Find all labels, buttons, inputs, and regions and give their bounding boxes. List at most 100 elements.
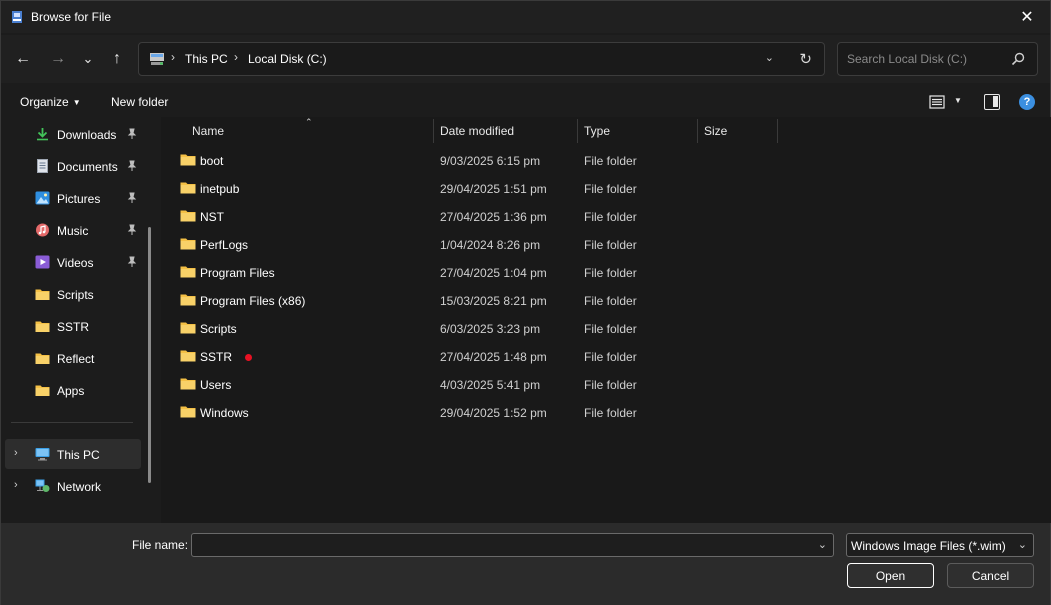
search-input[interactable]: [847, 52, 1007, 66]
table-row[interactable]: PerfLogs 1/04/2024 8:26 pm File folder: [171, 231, 771, 259]
pin-icon[interactable]: [127, 160, 137, 172]
address-dropdown-icon[interactable]: ⌄: [765, 51, 774, 64]
new-folder-button[interactable]: New folder: [111, 95, 168, 109]
view-options-icon[interactable]: [929, 95, 945, 109]
document-icon: [37, 159, 48, 173]
caret-down-icon[interactable]: ▼: [73, 98, 81, 107]
back-arrow-icon[interactable]: ←: [15, 50, 31, 68]
column-divider[interactable]: [433, 119, 434, 143]
pin-icon[interactable]: [127, 256, 137, 268]
open-button[interactable]: Open: [847, 563, 934, 588]
expand-chevron-icon[interactable]: ›: [14, 447, 18, 459]
file-date-modified: 9/03/2025 6:15 pm: [440, 154, 541, 168]
sidebar-item-label: Documents: [57, 160, 118, 174]
column-divider[interactable]: [577, 119, 578, 143]
table-row[interactable]: Program Files 27/04/2025 1:04 pm File fold…: [171, 259, 771, 287]
chevron-down-icon[interactable]: ⌄: [83, 51, 94, 67]
table-row[interactable]: NST 27/04/2025 1:36 pm File folder: [171, 203, 771, 231]
back-button[interactable]: ←: [11, 49, 35, 69]
file-name[interactable]: boot: [200, 154, 223, 168]
table-row[interactable]: Scripts 6/03/2025 3:23 pm File folder: [171, 315, 771, 343]
forward-arrow-icon[interactable]: →: [50, 50, 66, 68]
column-header-size[interactable]: Size: [704, 117, 727, 145]
file-type-select[interactable]: Windows Image Files (*.wim) ⌄: [846, 533, 1034, 557]
sidebar-divider: [11, 422, 133, 423]
column-divider[interactable]: [697, 119, 698, 143]
up-button[interactable]: ↑: [105, 49, 129, 69]
column-header-type[interactable]: Type: [584, 117, 610, 145]
chevron-down-icon[interactable]: ⌄: [818, 538, 827, 551]
expand-chevron-icon[interactable]: ›: [14, 479, 18, 491]
file-type: File folder: [584, 294, 637, 308]
sidebar-item-this-pc[interactable]: › This PC: [5, 439, 141, 469]
breadcrumb-local-disk[interactable]: Local Disk (C:): [248, 52, 327, 66]
sidebar-item-scripts[interactable]: Scripts: [5, 279, 141, 309]
pin-icon[interactable]: [127, 192, 137, 204]
close-button[interactable]: ✕: [1004, 1, 1050, 33]
folder-icon: [180, 406, 196, 418]
organize-menu[interactable]: Organize ▼: [20, 95, 81, 109]
file-name[interactable]: inetpub: [200, 182, 239, 196]
file-date-modified: 4/03/2025 5:41 pm: [440, 378, 541, 392]
preview-pane-icon[interactable]: [984, 94, 1000, 110]
sidebar-item-documents[interactable]: Documents: [5, 151, 141, 181]
column-header-name[interactable]: Name: [192, 117, 224, 145]
column-divider[interactable]: [777, 119, 778, 143]
sidebar-scrollbar[interactable]: [148, 227, 151, 483]
sidebar-item-network[interactable]: › Network: [5, 471, 141, 501]
table-row[interactable]: boot 9/03/2025 6:15 pm File folder: [171, 147, 771, 175]
file-name[interactable]: Program Files (x86): [200, 294, 305, 308]
sidebar-item-videos[interactable]: Videos: [5, 247, 141, 277]
file-name-combobox[interactable]: ⌄: [191, 533, 834, 557]
address-bar[interactable]: › This PC › Local Disk (C:) ⌄ ↻: [138, 42, 825, 76]
table-row[interactable]: Program Files (x86) 15/03/2025 8:21 pm Fil…: [171, 287, 771, 315]
close-icon[interactable]: ✕: [1020, 7, 1033, 27]
pin-icon[interactable]: [127, 224, 137, 236]
breadcrumb-separator-icon[interactable]: ›: [171, 50, 175, 64]
file-name[interactable]: Windows: [200, 406, 249, 420]
file-name[interactable]: Scripts: [200, 322, 237, 336]
breadcrumb-separator-icon[interactable]: ›: [234, 50, 238, 64]
file-name-input[interactable]: [196, 537, 806, 553]
breadcrumb-this-pc[interactable]: This PC: [185, 52, 228, 66]
forward-button[interactable]: →: [46, 49, 70, 69]
up-arrow-icon[interactable]: ↑: [113, 50, 121, 68]
folder-icon: [35, 289, 50, 300]
music-icon: [36, 223, 49, 237]
table-row[interactable]: SSTR 27/04/2025 1:48 pm File folder: [171, 343, 771, 371]
recent-locations-button[interactable]: ⌄: [76, 49, 100, 69]
search-box[interactable]: [837, 42, 1038, 76]
file-date-modified: 27/04/2025 1:48 pm: [440, 350, 547, 364]
file-name[interactable]: SSTR: [200, 350, 232, 364]
file-name[interactable]: Program Files: [200, 266, 275, 280]
title-bar: Browse for File ✕: [1, 1, 1050, 33]
sidebar-item-sstr[interactable]: SSTR: [5, 311, 141, 341]
sidebar-item-pictures[interactable]: Pictures: [5, 183, 141, 213]
table-row[interactable]: inetpub 29/04/2025 1:51 pm File folder: [171, 175, 771, 203]
chevron-down-icon[interactable]: ⌄: [1018, 538, 1027, 551]
search-icon[interactable]: [1011, 52, 1025, 66]
file-date-modified: 27/04/2025 1:04 pm: [440, 266, 547, 280]
file-name[interactable]: Users: [200, 378, 231, 392]
sidebar-item-downloads[interactable]: Downloads: [5, 119, 141, 149]
file-type-value[interactable]: Windows Image Files (*.wim): [851, 539, 1006, 553]
organize-label[interactable]: Organize: [20, 95, 69, 109]
sidebar-item-label: SSTR: [57, 320, 90, 334]
column-header-date-modified[interactable]: Date modified: [440, 117, 514, 145]
app-icon: [12, 11, 22, 23]
sidebar-item-music[interactable]: Music: [5, 215, 141, 245]
table-row[interactable]: Users 4/03/2025 5:41 pm File folder: [171, 371, 771, 399]
file-name[interactable]: NST: [200, 210, 224, 224]
cancel-button[interactable]: Cancel: [947, 563, 1034, 588]
file-list: ⌃ Name Date modified Type Size boot 9/03/…: [161, 117, 1051, 523]
sidebar-item-apps[interactable]: Apps: [5, 375, 141, 405]
pictures-icon: [35, 191, 50, 205]
help-icon[interactable]: ?: [1019, 94, 1035, 110]
sidebar-item-reflect[interactable]: Reflect: [5, 343, 141, 373]
sidebar-item-label: Scripts: [57, 288, 94, 302]
table-row[interactable]: Windows 29/04/2025 1:52 pm File folder: [171, 399, 771, 427]
refresh-icon[interactable]: ↻: [799, 50, 812, 68]
pin-icon[interactable]: [127, 128, 137, 140]
view-caret-icon[interactable]: ▼: [954, 96, 962, 105]
file-name[interactable]: PerfLogs: [200, 238, 248, 252]
